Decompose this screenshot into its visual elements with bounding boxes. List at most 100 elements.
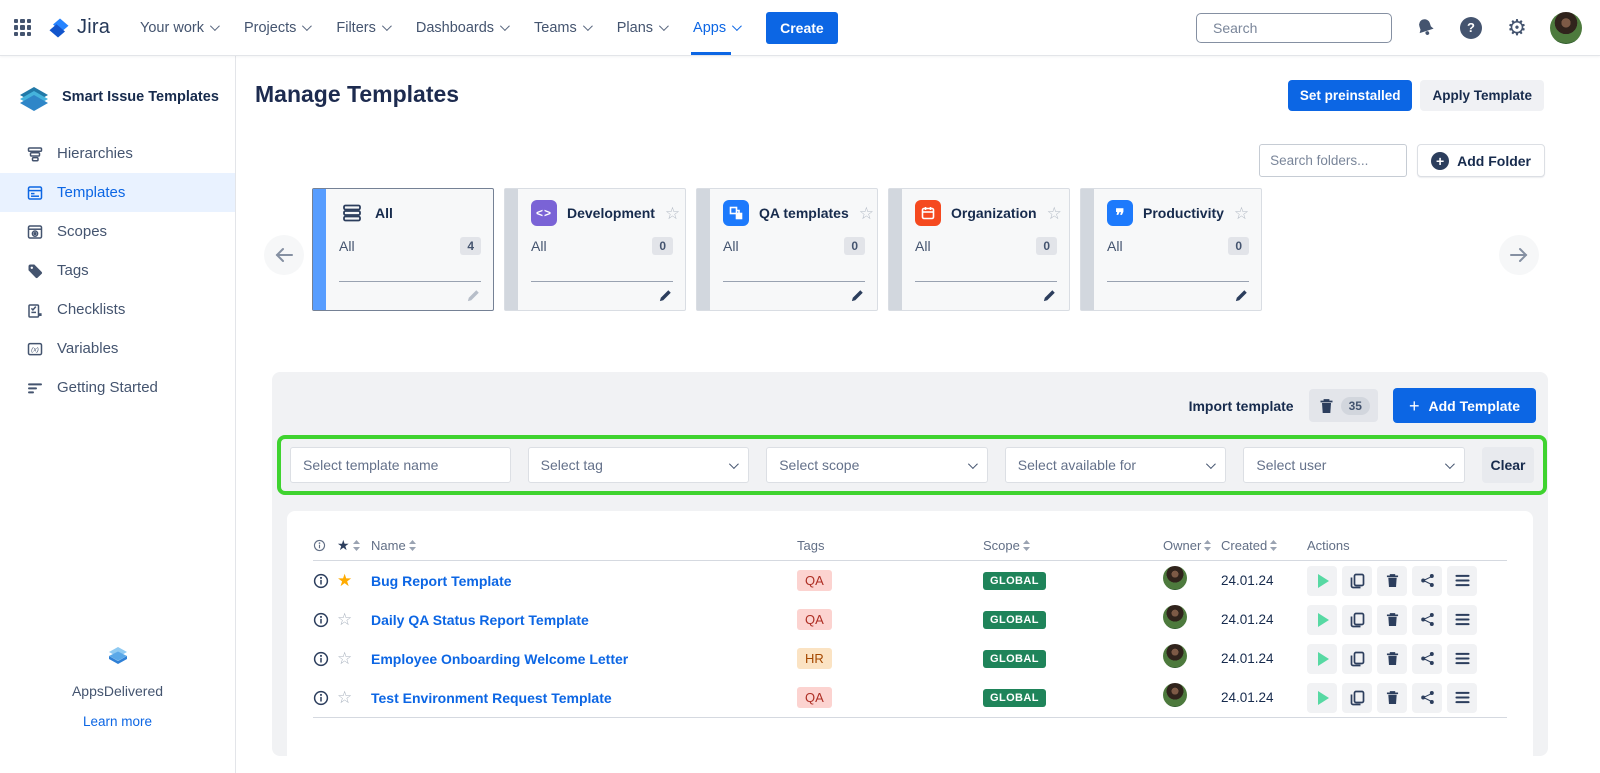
scope-column-header[interactable]: Scope [983,538,1163,553]
template-name-link[interactable]: Employee Onboarding Welcome Letter [371,651,797,667]
name-column-header[interactable]: Name [371,538,797,553]
owner-avatar[interactable] [1163,566,1187,590]
help-icon[interactable]: ? [1458,15,1484,41]
created-column-header[interactable]: Created [1221,538,1307,553]
edit-pencil-icon[interactable] [1234,288,1249,303]
share-template-button[interactable] [1412,566,1442,596]
owner-column-header[interactable]: Owner [1163,538,1221,553]
sidebar-item-variables[interactable]: (x) Variables [0,329,235,368]
folder-card-qa-templates[interactable]: QA templates ☆ All 0 [696,188,878,311]
info-icon[interactable] [313,690,337,706]
template-name-filter-input[interactable] [290,447,511,483]
app-switcher-icon[interactable] [14,19,31,36]
folder-card-all[interactable]: All All 4 [312,188,494,311]
template-name-link[interactable]: Bug Report Template [371,573,797,589]
available-for-filter-select[interactable]: Select available for [1005,447,1227,483]
delete-template-button[interactable] [1377,566,1407,596]
carousel-right-arrow[interactable] [1499,235,1539,275]
nav-item-plans[interactable]: Plans [617,0,666,55]
edit-pencil-icon[interactable] [850,288,865,303]
sidebar-item-getting-started[interactable]: Getting Started [0,368,235,407]
folder-card-organization[interactable]: Organization ☆ All 0 [888,188,1070,311]
carousel-left-arrow[interactable] [264,235,304,275]
add-folder-button[interactable]: + Add Folder [1417,144,1545,177]
run-template-button[interactable] [1307,566,1337,596]
apply-template-button[interactable]: Apply Template [1420,80,1544,111]
notifications-icon[interactable] [1412,15,1438,41]
favorite-star[interactable]: ★ [337,572,371,589]
sidebar-item-tags[interactable]: Tags [0,251,235,290]
user-avatar[interactable] [1550,12,1582,44]
trash-bin-button[interactable]: 35 [1309,389,1378,422]
global-search[interactable] [1196,13,1392,43]
copy-template-button[interactable] [1342,566,1372,596]
scope-badge: GLOBAL [983,611,1046,629]
search-folders-input[interactable] [1259,144,1407,177]
delete-template-button[interactable] [1377,644,1407,674]
folder-card-development[interactable]: <> Development ☆ All 0 [504,188,686,311]
edit-pencil-icon[interactable] [466,288,481,303]
copy-template-button[interactable] [1342,644,1372,674]
create-button[interactable]: Create [766,12,838,44]
favorite-star-icon[interactable]: ☆ [1047,205,1062,222]
favorite-star-icon[interactable]: ☆ [859,205,874,222]
info-icon[interactable] [313,612,337,628]
info-icon[interactable] [313,573,337,589]
share-template-button[interactable] [1412,683,1442,713]
row-actions [1307,566,1507,596]
copy-template-button[interactable] [1342,683,1372,713]
delete-template-button[interactable] [1377,605,1407,635]
favorite-star-icon[interactable]: ☆ [665,205,680,222]
trash-icon [1386,690,1399,705]
edit-pencil-icon[interactable] [658,288,673,303]
share-template-button[interactable] [1412,644,1442,674]
more-menu-button[interactable] [1447,683,1477,713]
sidebar-item-scopes[interactable]: Scopes [0,212,235,251]
nav-item-teams[interactable]: Teams [534,0,590,55]
sidebar-footer: AppsDelivered Learn more [0,643,235,731]
jira-logo[interactable]: Jira [47,16,110,40]
template-name-link[interactable]: Test Environment Request Template [371,690,797,706]
more-menu-button[interactable] [1447,605,1477,635]
copy-template-button[interactable] [1342,605,1372,635]
nav-item-projects[interactable]: Projects [244,0,309,55]
settings-gear-icon[interactable]: ⚙ [1504,15,1530,41]
user-filter-select[interactable]: Select user [1243,447,1465,483]
sidebar-item-checklists[interactable]: Checklists [0,290,235,329]
template-name-link[interactable]: Daily QA Status Report Template [371,612,797,628]
favorite-column-header[interactable]: ★ [337,537,371,554]
favorite-star[interactable]: ☆ [337,650,371,667]
scope-filter-select[interactable]: Select scope [766,447,988,483]
owner-avatar[interactable] [1163,683,1187,707]
nav-item-your-work[interactable]: Your work [140,0,217,55]
row-actions [1307,644,1507,674]
tag-filter-select[interactable]: Select tag [528,447,750,483]
nav-item-filters[interactable]: Filters [336,0,388,55]
nav-item-apps[interactable]: Apps [693,0,739,55]
favorite-star[interactable]: ☆ [337,689,371,706]
more-menu-button[interactable] [1447,644,1477,674]
set-preinstalled-button[interactable]: Set preinstalled [1288,80,1413,111]
search-input[interactable] [1213,20,1394,36]
edit-pencil-icon[interactable] [1042,288,1057,303]
favorite-star[interactable]: ☆ [337,611,371,628]
run-template-button[interactable] [1307,683,1337,713]
import-template-link[interactable]: Import template [1189,398,1294,414]
delete-template-button[interactable] [1377,683,1407,713]
nav-item-dashboards[interactable]: Dashboards [416,0,507,55]
run-template-button[interactable] [1307,644,1337,674]
chevron-down-icon [583,21,593,31]
folder-card-productivity[interactable]: ❞ Productivity ☆ All 0 [1080,188,1262,311]
learn-more-link[interactable]: Learn more [83,714,152,729]
add-template-button[interactable]: + Add Template [1393,388,1536,423]
share-template-button[interactable] [1412,605,1442,635]
more-menu-button[interactable] [1447,566,1477,596]
sidebar-item-hierarchies[interactable]: Hierarchies [0,134,235,173]
info-icon[interactable] [313,651,337,667]
owner-avatar[interactable] [1163,644,1187,668]
run-template-button[interactable] [1307,605,1337,635]
clear-filters-button[interactable]: Clear [1482,447,1534,483]
favorite-star-icon[interactable]: ☆ [1234,205,1249,222]
sidebar-item-templates[interactable]: Templates [0,173,235,212]
owner-avatar[interactable] [1163,605,1187,629]
